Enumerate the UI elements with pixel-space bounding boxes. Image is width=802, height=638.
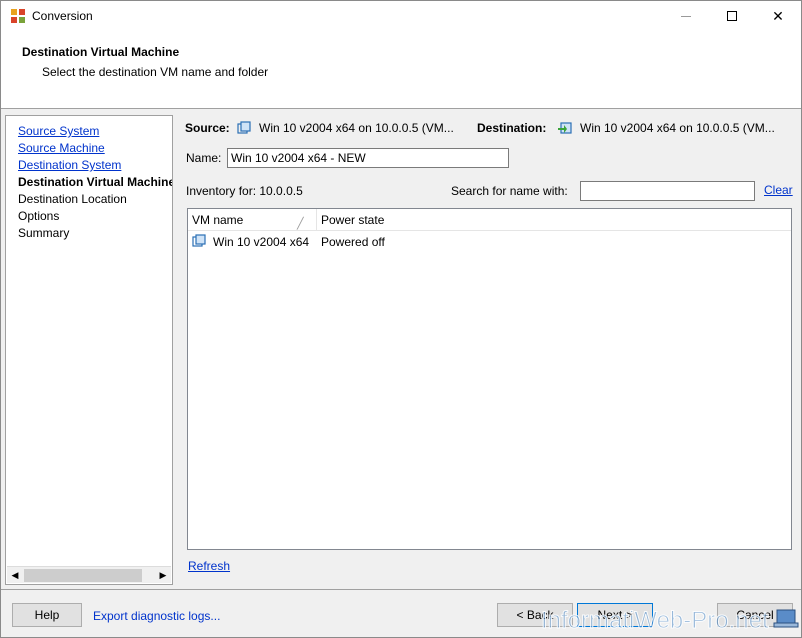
window-title: Conversion [32,9,93,23]
search-input[interactable] [580,181,755,201]
minimize-button[interactable] [663,1,709,31]
table-row[interactable]: Win 10 v2004 x64 Powered off [188,233,791,251]
source-label: Source: [185,121,230,135]
step-options: Options [18,209,60,223]
vm-name-input[interactable] [227,148,509,168]
vm-list: VM name ╱ Power state Win 10 v2004 x64 Po… [187,208,792,550]
step-source-system[interactable]: Source System [18,124,99,138]
maximize-icon [727,11,737,21]
scroll-left-icon[interactable]: ◀ [7,569,23,582]
destination-label: Destination: [477,121,547,135]
watermark-laptop-icon [773,609,799,628]
clear-link[interactable]: Clear [764,183,793,197]
power-state-cell: Powered off [321,235,385,249]
export-diagnostic-logs-link[interactable]: Export diagnostic logs... [93,609,220,623]
minimize-icon [681,15,691,17]
scroll-thumb[interactable] [24,569,142,582]
vm-name-cell: Win 10 v2004 x64 [213,235,310,249]
step-summary: Summary [18,226,70,240]
column-vm-name[interactable]: VM name ╱ [188,209,317,231]
inventory-label: Inventory for: 10.0.0.5 [186,184,303,198]
steps-horizontal-scrollbar[interactable]: ◀ ▶ [7,566,171,583]
scroll-right-icon[interactable]: ▶ [155,569,171,582]
vm-list-header: VM name ╱ Power state [188,209,791,231]
step-destination-virtual-machine: Destination Virtual Machine [18,175,172,189]
source-value: Win 10 v2004 x64 on 10.0.0.5 (VM... [259,121,454,135]
column-vm-name-label: VM name [192,213,244,227]
close-icon: ✕ [772,7,784,24]
step-source-machine[interactable]: Source Machine [18,141,105,155]
step-destination-location: Destination Location [18,192,127,206]
wizard-steps-panel: Source System Source Machine Destination… [5,115,173,585]
virtual-machine-icon [192,234,206,247]
close-button[interactable]: ✕ [755,1,801,31]
title-bar: Conversion ✕ [1,1,801,31]
watermark: InformatiWeb-Pro.net [541,607,770,635]
step-destination-system[interactable]: Destination System [18,158,121,172]
refresh-link[interactable]: Refresh [188,559,230,573]
search-label: Search for name with: [451,184,568,198]
inventory-label-text: Inventory for: [186,184,257,198]
vmware-converter-icon [11,9,25,23]
virtual-machine-icon [237,121,251,134]
destination-vm-icon [558,122,572,134]
steps-list: Source System Source Machine Destination… [6,116,172,566]
conversion-window: Conversion ✕ Destination Virtual Machine… [0,0,802,638]
maximize-button[interactable] [709,1,755,31]
page-title: Destination Virtual Machine [22,45,180,59]
name-label: Name: [186,151,222,165]
page-subtitle: Select the destination VM name and folde… [42,65,269,79]
sort-indicator-icon: ╱ [297,218,304,230]
destination-value: Win 10 v2004 x64 on 10.0.0.5 (VM... [580,121,775,135]
inventory-host: 10.0.0.5 [259,184,303,198]
column-power-state[interactable]: Power state [317,209,791,231]
help-button[interactable]: Help [12,603,82,627]
wizard-header: Destination Virtual Machine Select the d… [1,31,801,109]
